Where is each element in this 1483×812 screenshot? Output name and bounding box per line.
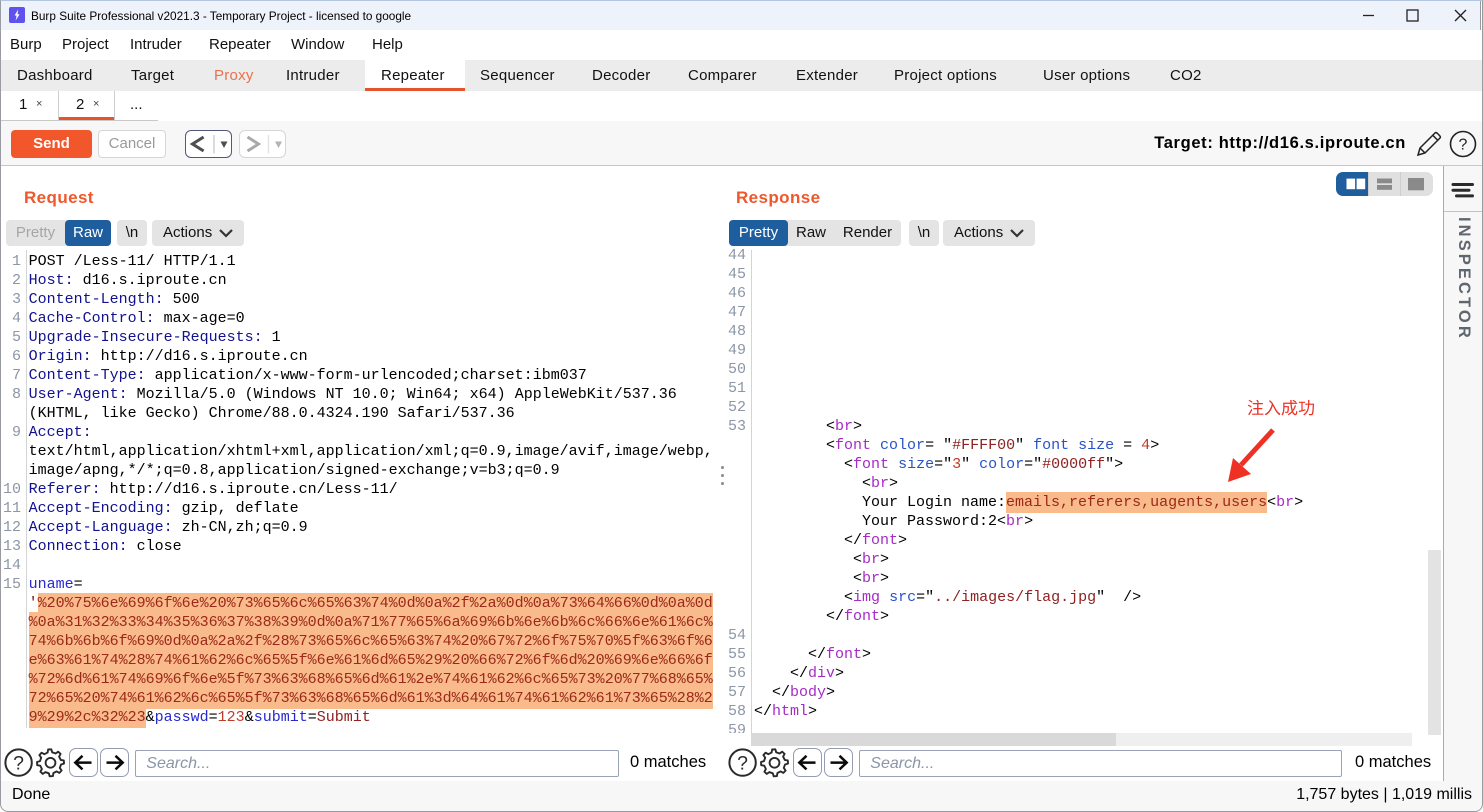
svg-text:?: ? [737, 753, 748, 775]
svg-text:?: ? [13, 753, 24, 775]
svg-text:?: ? [1459, 137, 1468, 154]
